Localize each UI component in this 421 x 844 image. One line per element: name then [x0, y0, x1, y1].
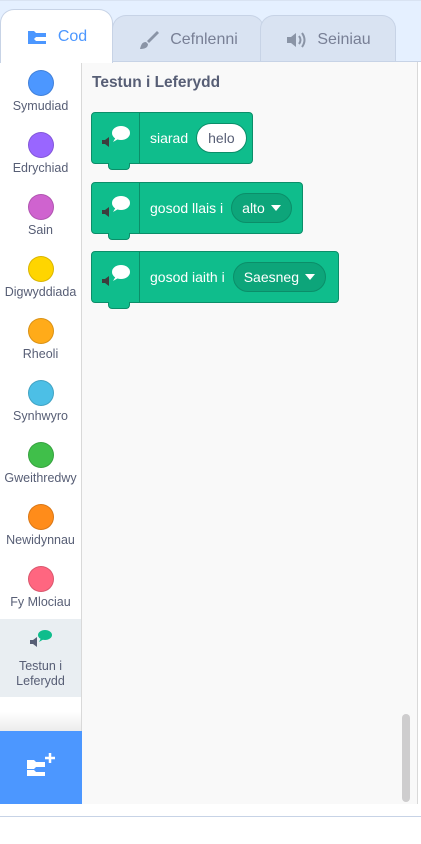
- text-to-speech-icon: [102, 265, 130, 286]
- speaker-icon: [285, 30, 307, 50]
- category-sound[interactable]: Sain: [0, 186, 81, 248]
- category-text-to-speech-label: Testun i Leferydd: [16, 659, 65, 688]
- block-set-voice-dropdown[interactable]: alto: [231, 193, 292, 223]
- chevron-down-icon: [270, 205, 281, 211]
- category-sensing-bubble: [27, 380, 54, 406]
- category-menu: Symudiad Edrychiad Sain Digwyddiada Rheo…: [0, 62, 82, 732]
- category-operators-bubble: [27, 442, 54, 468]
- block-connector: [108, 233, 130, 240]
- tab-sounds-label: Seiniau: [317, 30, 371, 48]
- category-variables-bubble: [27, 504, 54, 530]
- category-menu-fade: [0, 712, 81, 732]
- category-sound-bubble: [27, 194, 54, 220]
- block-set-voice-label: gosod llais i: [150, 200, 224, 216]
- add-extension-icon: [25, 752, 57, 783]
- category-control[interactable]: Rheoli: [0, 310, 81, 372]
- voice-dropdown-value: alto: [242, 200, 265, 216]
- category-text-to-speech[interactable]: Testun i Leferydd: [0, 619, 81, 697]
- category-events[interactable]: Digwyddiada: [0, 248, 81, 310]
- palette-scrollbar[interactable]: [402, 714, 410, 802]
- category-events-label: Digwyddiada: [4, 285, 77, 299]
- category-operators-label: Gweithredwy: [4, 471, 77, 485]
- block-set-language[interactable]: gosod iaith i Saesneg: [91, 251, 339, 309]
- code-workspace: Symudiad Edrychiad Sain Digwyddiada Rheo…: [0, 61, 421, 817]
- block-speak-input[interactable]: helo: [196, 123, 247, 153]
- category-variables-label: Newidynnau: [6, 533, 75, 547]
- category-operators[interactable]: Gweithredwy: [0, 434, 81, 496]
- tab-code-label: Cod: [57, 27, 88, 45]
- tab-backdrops[interactable]: Cefnlenni: [112, 15, 264, 63]
- category-events-bubble: [27, 256, 54, 282]
- block-set-language-icon-area: [92, 252, 140, 302]
- block-connector: [108, 163, 130, 170]
- tab-sounds[interactable]: Seiniau: [260, 15, 396, 63]
- block-speak[interactable]: siarad helo: [91, 112, 253, 170]
- category-looks-bubble: [27, 132, 54, 158]
- category-sensing-label: Synhwyro: [13, 409, 68, 423]
- block-set-language-label: gosod iaith i: [150, 269, 225, 285]
- category-my-blocks-bubble: [27, 566, 54, 592]
- text-to-speech-icon: [28, 629, 54, 656]
- scratch-editor: Cod Cefnlenni Seiniau Symudiad Edrychiad…: [0, 0, 421, 844]
- category-control-label: Rheoli: [22, 347, 59, 361]
- tab-backdrops-label: Cefnlenni: [170, 30, 238, 48]
- editor-tab-bar: Cod Cefnlenni Seiniau: [0, 0, 421, 63]
- category-looks-label: Edrychiad: [12, 161, 69, 175]
- block-speak-icon-area: [92, 113, 140, 163]
- tab-code[interactable]: Cod: [0, 9, 113, 63]
- block-set-voice-icon-area: [92, 183, 140, 233]
- code-icon: [26, 28, 48, 46]
- language-dropdown-value: Saesneg: [243, 269, 299, 285]
- add-extension-button[interactable]: [0, 731, 82, 804]
- block-connector: [108, 302, 130, 309]
- category-my-blocks[interactable]: Fy Mlociau: [0, 558, 81, 620]
- text-to-speech-icon: [102, 126, 130, 147]
- category-motion-label: Symudiad: [12, 99, 69, 113]
- text-to-speech-icon: [102, 196, 130, 217]
- category-sensing[interactable]: Synhwyro: [0, 372, 81, 434]
- block-set-voice[interactable]: gosod llais i alto: [91, 182, 303, 240]
- category-variables[interactable]: Newidynnau: [0, 496, 81, 558]
- category-my-blocks-label: Fy Mlociau: [10, 595, 71, 609]
- paintbrush-icon: [138, 29, 160, 51]
- block-speak-label: siarad: [150, 130, 189, 146]
- block-set-language-dropdown[interactable]: Saesneg: [232, 262, 326, 292]
- category-motion-bubble: [27, 70, 54, 96]
- category-looks[interactable]: Edrychiad: [0, 124, 81, 186]
- category-motion[interactable]: Symudiad: [0, 62, 81, 124]
- category-control-bubble: [27, 318, 54, 344]
- block-palette: Testun i Leferydd siarad helo gosod llai…: [82, 62, 418, 804]
- palette-title: Testun i Leferydd: [92, 74, 221, 91]
- category-sound-label: Sain: [27, 223, 54, 237]
- chevron-down-icon: [305, 274, 315, 280]
